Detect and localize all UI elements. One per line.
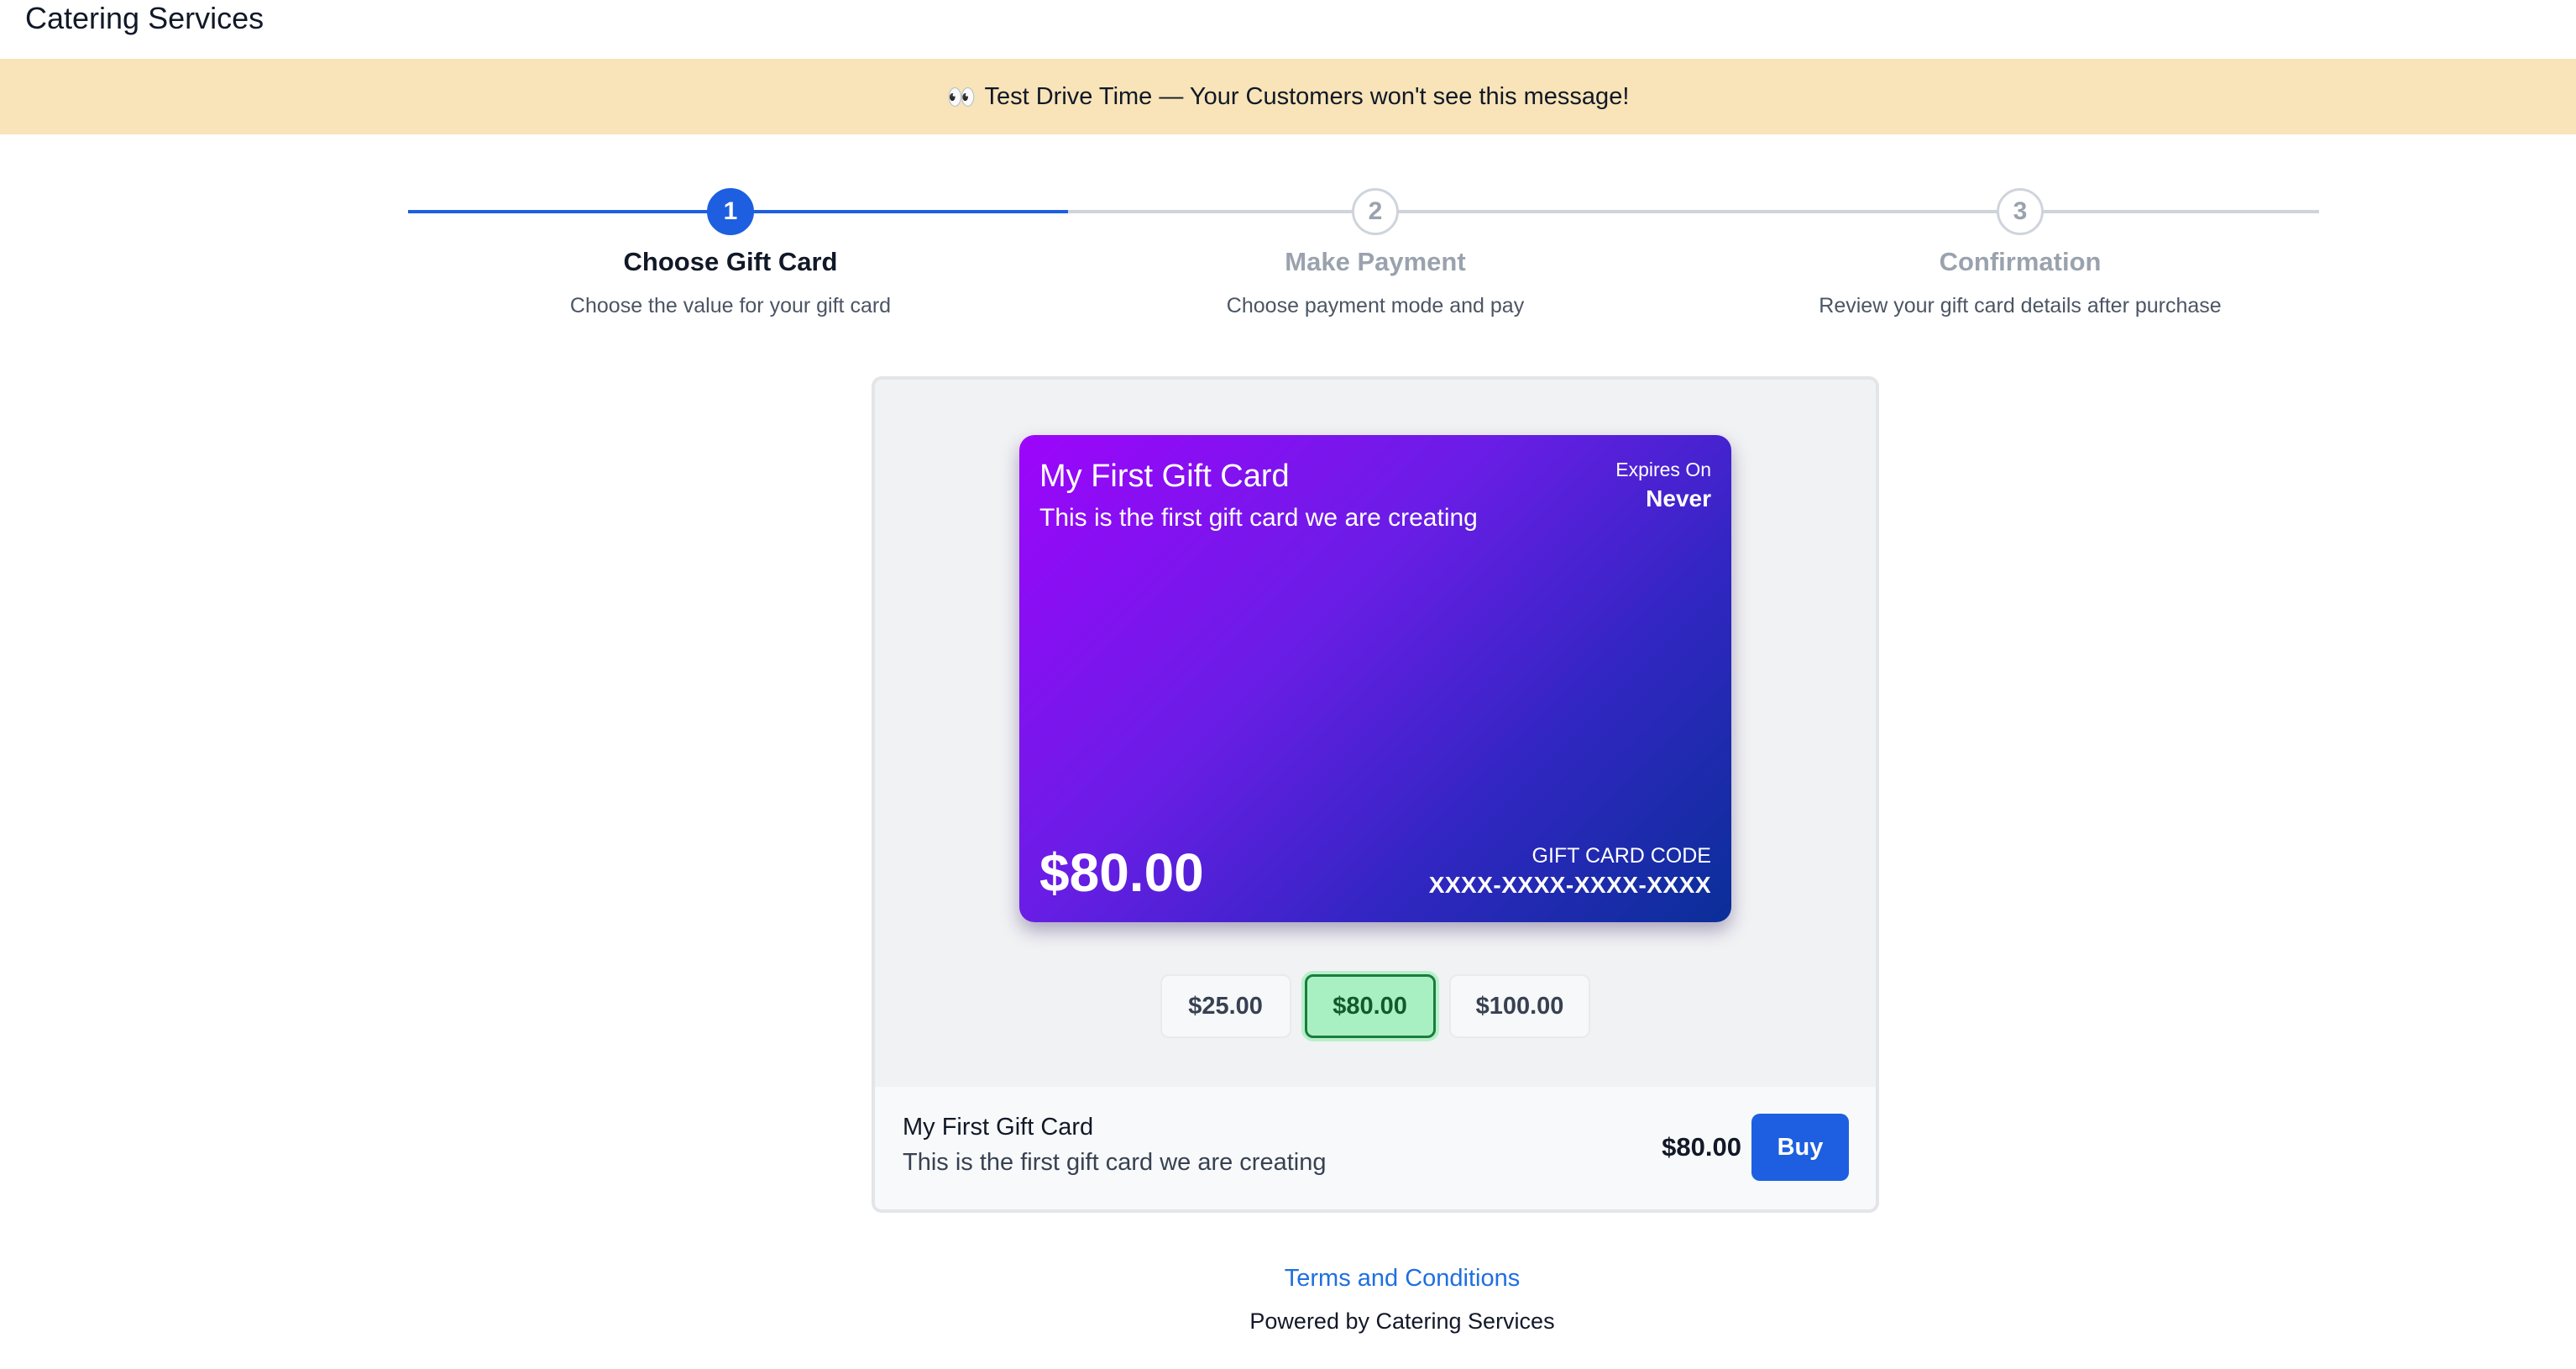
step-confirmation: 3 Confirmation Review your gift card det… xyxy=(1701,188,2339,318)
terms-and-conditions-link[interactable]: Terms and Conditions xyxy=(1285,1265,1520,1293)
amount-options: $25.00 $80.00 $100.00 xyxy=(875,974,1876,1038)
summary-title: My First Gift Card xyxy=(903,1114,1094,1141)
buy-button[interactable]: Buy xyxy=(1751,1114,1849,1181)
powered-by-text: Powered by Catering Services xyxy=(1249,1309,1555,1334)
top-bar: Catering Services xyxy=(0,0,2576,59)
step-number-badge: 2 xyxy=(1352,188,1399,235)
gift-card-panel: My First Gift Card This is the first gif… xyxy=(872,376,1879,1213)
progress-stepper: 1 Choose Gift Card Choose the value for … xyxy=(408,188,2319,323)
amount-option-100[interactable]: $100.00 xyxy=(1448,974,1591,1038)
step-description: Choose payment mode and pay xyxy=(1226,294,1525,317)
step-description: Choose the value for your gift card xyxy=(569,294,892,317)
step-title: Make Payment xyxy=(1285,247,1466,276)
step-title: Confirmation xyxy=(1939,247,2102,276)
step-make-payment: 2 Make Payment Choose payment mode and p… xyxy=(1056,188,1694,318)
banner-text: Test Drive Time — Your Customers won't s… xyxy=(984,82,1630,110)
step-description: Review your gift card details after purc… xyxy=(1819,294,2222,317)
gift-card-amount: $80.00 xyxy=(1039,842,1204,903)
terms-link-row: Terms and Conditions xyxy=(0,1265,2576,1293)
expires-value: Never xyxy=(1646,485,1711,511)
amount-option-25[interactable]: $25.00 xyxy=(1160,974,1291,1038)
eyes-icon: 👀 xyxy=(946,83,976,110)
gift-card-code: XXXX-XXXX-XXXX-XXXX xyxy=(1428,872,1711,898)
step-number-badge: 3 xyxy=(1997,188,2044,235)
summary-price: $80.00 xyxy=(1662,1132,1741,1162)
gift-card-subtitle: This is the first gift card we are creat… xyxy=(1039,504,1478,532)
brand-name: Catering Services xyxy=(25,1,264,35)
gift-card-title: My First Gift Card xyxy=(1039,459,1290,494)
step-number-badge: 1 xyxy=(707,188,754,235)
summary-description: This is the first gift card we are creat… xyxy=(903,1149,1327,1176)
gift-card-preview: My First Gift Card This is the first gif… xyxy=(1019,435,1731,922)
step-choose-gift-card: 1 Choose Gift Card Choose the value for … xyxy=(411,188,1050,318)
gift-card-code-label: GIFT CARD CODE xyxy=(1531,844,1711,868)
amount-option-80[interactable]: $80.00 xyxy=(1304,974,1436,1038)
powered-by-row: Powered by Catering Services xyxy=(0,1309,2576,1335)
expires-label: Expires On xyxy=(1615,459,1711,480)
test-drive-banner: 👀 Test Drive Time — Your Customers won't… xyxy=(0,59,2576,134)
step-title: Choose Gift Card xyxy=(623,247,838,276)
purchase-summary: My First Gift Card This is the first gif… xyxy=(875,1087,1876,1209)
